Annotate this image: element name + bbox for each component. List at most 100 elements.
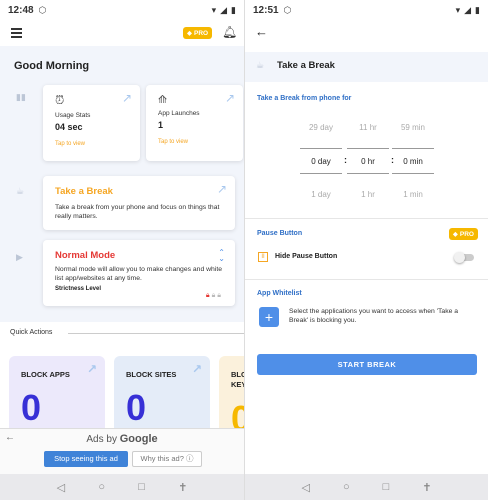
app-launches-card[interactable]: ↗ ⟰ App Launches 1 Tap to view — [146, 85, 243, 161]
start-break-button[interactable]: START BREAK — [257, 354, 477, 375]
plus-icon: + — [264, 309, 274, 325]
minute-below: 1 min — [403, 190, 423, 199]
app-status-icon: ⬡ — [283, 4, 292, 15]
signal-icon: ◢ — [220, 4, 228, 15]
wifi-icon: ▾ — [211, 4, 217, 15]
nav-home-icon[interactable]: ○ — [98, 481, 105, 493]
hour-selector[interactable]: 0 hr — [347, 148, 389, 174]
pro-label: PRO — [194, 29, 209, 37]
normal-mode-card[interactable]: ⌃ ⌄ Normal Mode Normal mode will allow yo… — [43, 240, 235, 306]
block-apps-count: 0 — [21, 387, 42, 428]
block-apps-card[interactable]: ↗ BLOCK APPS 0 — [9, 356, 105, 434]
normal-mode-description: Normal mode will allow you to make chang… — [55, 266, 222, 283]
coffee-side-icon: ☕︎ — [16, 186, 25, 196]
stop-seeing-ad-button[interactable]: Stop seeing this ad — [44, 451, 128, 467]
arrow-up-right-icon: ↗ — [224, 91, 235, 105]
quick-actions-title: Quick Actions — [10, 329, 53, 336]
why-this-ad-label: Why this ad? — [140, 454, 184, 463]
usage-stats-card[interactable]: ↗ ⏰︎ Usage Stats 04 sec Tap to view — [43, 85, 140, 161]
lock-icon: 🔒︎ — [217, 292, 221, 299]
hour-above: 11 hr — [359, 123, 377, 132]
system-nav-bar: ◁ ○ □ ✝ — [0, 474, 244, 500]
app-launches-value: 1 — [158, 120, 164, 130]
hour-below: 1 hr — [361, 190, 375, 199]
divider — [245, 218, 488, 219]
home-screen: 12:48 ⬡ ▾ ◢ ▮ ◆ PRO 🔔︎ Good Morning ▮▮ ☕… — [0, 0, 244, 500]
stats-side-icon: ▮▮ — [16, 92, 26, 102]
strictness-lock-icons: 🔒︎ 🔒︎ 🔒︎ — [206, 292, 221, 300]
play-side-icon: ▶ — [16, 252, 23, 262]
ads-by-google: Ads by Google — [0, 433, 244, 445]
usage-stats-value: 04 sec — [55, 122, 83, 132]
app-launches-title: App Launches — [158, 110, 200, 117]
battery-icon: ▮ — [231, 4, 236, 15]
strictness-label: Strictness Level — [55, 286, 102, 293]
nav-back-icon[interactable]: ◁ — [57, 481, 65, 494]
take-a-break-card[interactable]: ↗ Take a Break Take a break from your ph… — [43, 176, 235, 230]
take-a-break-screen: 12:51 ⬡ ▾ ◢ ▮ ← ☕︎ Take a Break Take a B… — [244, 0, 488, 500]
nav-home-icon[interactable]: ○ — [343, 481, 350, 493]
block-sites-card[interactable]: ↗ BLOCK SITES 0 — [114, 356, 210, 434]
bell-icon[interactable]: 🔔︎ — [222, 25, 237, 39]
accessibility-icon[interactable]: ✝ — [422, 481, 431, 494]
status-time: 12:51 — [253, 4, 279, 16]
rocket-icon: ⟰ — [158, 94, 168, 106]
alarm-clock-icon: ⏰︎ — [55, 93, 65, 107]
block-sites-count: 0 — [126, 387, 147, 428]
pro-badge[interactable]: ◆ PRO — [183, 27, 213, 39]
take-a-break-title: Take a Break — [55, 186, 113, 197]
nav-recents-icon[interactable]: □ — [383, 481, 390, 493]
launches-tap-to-view: Tap to view — [158, 139, 189, 145]
battery-icon: ▮ — [475, 4, 480, 15]
nav-back-icon[interactable]: ◁ — [302, 481, 310, 494]
hide-pause-toggle[interactable] — [454, 252, 474, 263]
add-whitelist-button[interactable]: + — [259, 307, 279, 327]
diamond-icon: ◆ — [187, 30, 192, 37]
pause-icon: II — [258, 252, 268, 262]
day-selector[interactable]: 0 day — [300, 148, 342, 174]
minute-value: 0 min — [403, 156, 423, 166]
wifi-icon: ▾ — [455, 4, 461, 15]
status-bar: 12:51 ⬡ ▾ ◢ ▮ — [245, 0, 488, 20]
app-header: ◆ PRO 🔔︎ — [0, 20, 244, 46]
minute-selector[interactable]: 0 min — [392, 148, 434, 174]
status-time: 12:48 — [8, 4, 34, 16]
hide-pause-label: Hide Pause Button — [275, 253, 338, 260]
ads-by-label: Ads by — [86, 434, 117, 445]
usage-tap-to-view: Tap to view — [55, 141, 86, 147]
pro-label: PRO — [459, 230, 474, 238]
normal-mode-title: Normal Mode — [55, 250, 116, 261]
back-arrow-icon[interactable]: ← — [255, 24, 268, 39]
take-a-break-description: Take a break from your phone and focus o… — [55, 204, 220, 221]
day-value: 0 day — [311, 156, 331, 166]
app-status-icon: ⬡ — [38, 4, 47, 15]
ad-banner: ← Ads by Google Stop seeing this ad Why … — [0, 428, 244, 474]
system-nav-bar: ◁ ○ □ ✝ — [245, 474, 488, 500]
usage-stats-title: Usage Stats — [55, 112, 91, 119]
block-apps-label: BLOCK APPS — [21, 370, 70, 379]
block-keywords-card[interactable]: BLO KEY 0 — [219, 356, 244, 439]
accessibility-icon[interactable]: ✝ — [178, 481, 187, 494]
status-icons: ▾ ◢ ▮ — [212, 5, 236, 16]
divider — [245, 279, 488, 280]
diamond-icon: ◆ — [452, 231, 458, 238]
nav-recents-icon[interactable]: □ — [138, 481, 145, 493]
lock-icon: 🔒︎ — [211, 292, 216, 299]
pro-badge[interactable]: ◆ PRO — [448, 228, 478, 240]
page-title: Take a Break — [277, 60, 335, 71]
whitelist-description: Select the applications you want to acce… — [289, 308, 459, 325]
status-icons: ▾ ◢ ▮ — [456, 5, 480, 16]
menu-icon[interactable] — [11, 28, 22, 38]
info-icon: ⓘ — [185, 454, 194, 463]
signal-icon: ◢ — [464, 4, 472, 15]
day-below: 1 day — [311, 190, 331, 199]
hour-value: 0 hr — [361, 156, 375, 166]
chevron-updown-icon[interactable]: ⌃ ⌄ — [218, 249, 225, 263]
lock-icon-active: 🔒︎ — [205, 292, 210, 299]
arrow-up-right-icon: ↗ — [86, 362, 97, 376]
day-above: 29 day — [308, 123, 334, 132]
why-this-ad-button[interactable]: Why this ad? ⓘ — [132, 451, 202, 467]
block-sites-label: BLOCK SITES — [126, 370, 177, 379]
status-bar: 12:48 ⬡ ▾ ◢ ▮ — [0, 0, 244, 20]
coffee-icon: ☕︎ — [256, 60, 265, 70]
